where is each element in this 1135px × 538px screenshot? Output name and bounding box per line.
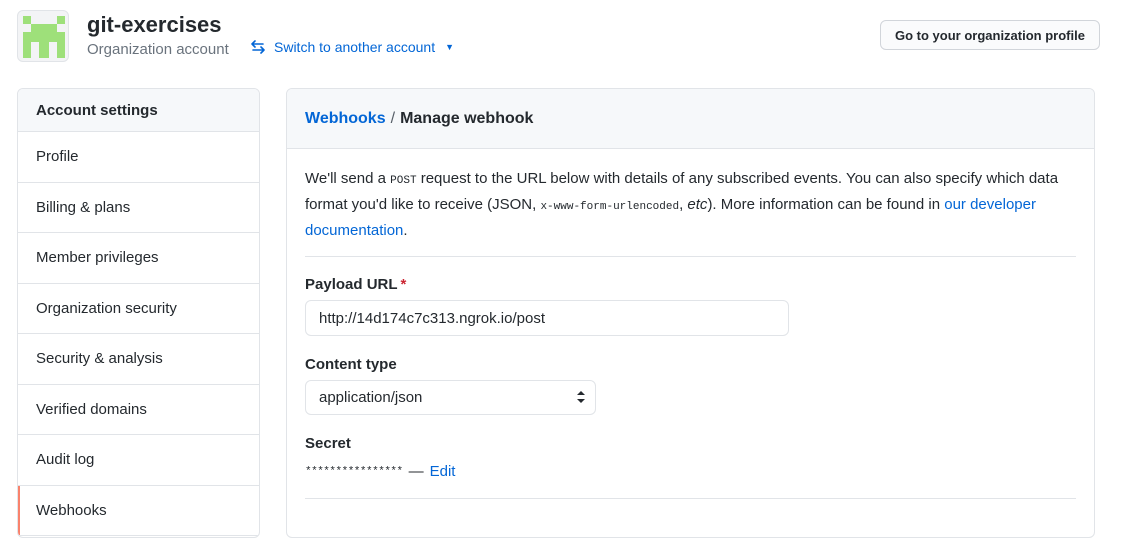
- intro-part4: ). More information can be found in: [707, 196, 945, 213]
- intro-etc: etc: [687, 196, 708, 213]
- settings-sidebar: Account settings Profile Billing & plans…: [17, 88, 260, 538]
- required-marker: *: [400, 276, 407, 293]
- payload-url-label: Payload URL *: [305, 276, 1076, 293]
- content-type-value: application/json: [319, 389, 423, 406]
- secret-edit-link[interactable]: Edit: [430, 463, 456, 480]
- org-header: git-exercises Organization account Switc…: [17, 10, 1117, 70]
- breadcrumb-webhooks-link[interactable]: Webhooks: [305, 110, 386, 128]
- arrow-switch-icon: [251, 40, 265, 54]
- secret-label: Secret: [305, 435, 351, 452]
- page-title: Manage webhook: [400, 109, 534, 127]
- intro-code-urlencoded: x-www-form-urlencoded: [540, 201, 680, 213]
- sidebar-item-audit-log[interactable]: Audit log: [18, 435, 259, 486]
- org-name: git-exercises: [87, 12, 222, 37]
- sidebar-item-organization-security[interactable]: Organization security: [18, 284, 259, 334]
- sidebar-item-webhooks[interactable]: Webhooks: [18, 485, 259, 536]
- triangle-down-icon: ▼: [445, 42, 455, 52]
- select-arrows-icon: [577, 391, 585, 403]
- sidebar-item-profile[interactable]: Profile: [18, 132, 259, 183]
- sidebar-item-member-privileges[interactable]: Member privileges: [18, 233, 259, 284]
- content-type-label: Content type: [305, 356, 397, 373]
- invader-icon: [23, 16, 65, 58]
- org-profile-button[interactable]: Go to your organization profile: [880, 20, 1100, 50]
- webhook-panel: Webhooks / Manage webhook We'll send a P…: [286, 88, 1095, 538]
- webhook-form: We'll send a POST request to the URL bel…: [287, 149, 1094, 499]
- content-type-select[interactable]: application/json: [305, 380, 596, 415]
- breadcrumb: Webhooks / Manage webhook: [287, 89, 1094, 149]
- secret-row: **************** — Edit: [305, 463, 1076, 499]
- secret-dash: —: [408, 463, 424, 480]
- payload-url-input[interactable]: [305, 300, 789, 336]
- intro-part1: We'll send a: [305, 170, 391, 187]
- breadcrumb-separator: /: [390, 109, 396, 127]
- sidebar-item-billing[interactable]: Billing & plans: [18, 183, 259, 233]
- switch-account-label: Switch to another account: [274, 39, 436, 55]
- intro-text: We'll send a POST request to the URL bel…: [305, 167, 1076, 257]
- payload-url-label-text: Payload URL: [305, 276, 398, 293]
- org-type: Organization account: [87, 41, 229, 58]
- switch-account-link[interactable]: Switch to another account ▼: [250, 39, 454, 55]
- intro-code-post: POST: [390, 175, 417, 187]
- secret-masked-value: ****************: [305, 465, 403, 478]
- sidebar-item-verified-domains[interactable]: Verified domains: [18, 385, 259, 435]
- sidebar-item-security-analysis[interactable]: Security & analysis: [18, 334, 259, 385]
- intro-part5: .: [403, 222, 408, 239]
- org-avatar[interactable]: [17, 10, 69, 62]
- sidebar-heading: Account settings: [18, 89, 259, 132]
